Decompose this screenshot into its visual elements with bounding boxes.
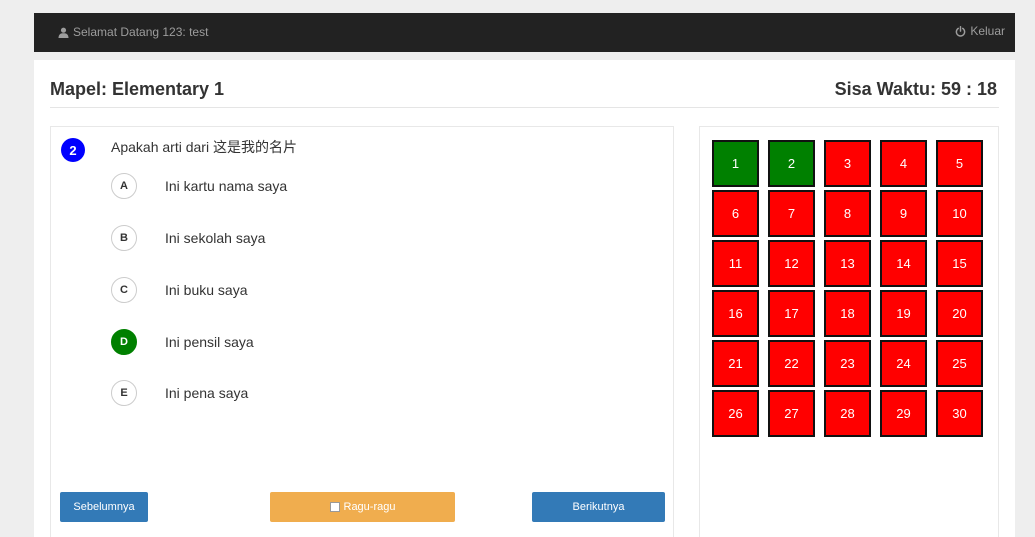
question-nav-1[interactable]: 1 <box>712 140 759 187</box>
question-text: Apakah arti dari 这是我的名片 <box>111 139 297 155</box>
question-nav-25[interactable]: 25 <box>936 340 983 387</box>
doubt-button[interactable]: Ragu-ragu <box>270 492 455 522</box>
question-number-badge: 2 <box>61 138 85 162</box>
option-text: Ini buku saya <box>165 282 248 298</box>
question-nav-26[interactable]: 26 <box>712 390 759 437</box>
option-text: Ini kartu nama saya <box>165 178 288 194</box>
question-nav-13[interactable]: 13 <box>824 240 871 287</box>
question-nav-23[interactable]: 23 <box>824 340 871 387</box>
option-letter[interactable]: E <box>111 380 137 406</box>
option-text: Ini pensil saya <box>165 334 254 350</box>
question-number-grid: 1 2 3 4 5 6 7 8 9 10 11 12 13 14 15 16 17 18 19 20 21 22 23 24 2… <box>712 140 983 437</box>
option-c[interactable]: C Ini buku saya <box>111 277 248 303</box>
question-navigator: 1 2 3 4 5 6 7 8 9 10 11 12 13 14 15 16 17 18 19 20 21 22 23 24 2… <box>699 126 999 537</box>
doubt-label: Ragu-ragu <box>343 501 396 513</box>
option-text: Ini pena saya <box>165 385 249 401</box>
question-nav-3[interactable]: 3 <box>824 140 871 187</box>
question-nav-19[interactable]: 19 <box>880 290 927 337</box>
subject-title: Mapel: Elementary 1 <box>50 79 225 99</box>
next-button[interactable]: Berikutnya <box>532 492 665 522</box>
question-nav-18[interactable]: 18 <box>824 290 871 337</box>
logout-label[interactable]: Keluar <box>970 24 1005 38</box>
question-nav-22[interactable]: 22 <box>768 340 815 387</box>
logout-link[interactable]: Keluar <box>955 24 1005 38</box>
question-nav-21[interactable]: 21 <box>712 340 759 387</box>
question-nav-20[interactable]: 20 <box>936 290 983 337</box>
option-letter[interactable]: B <box>111 225 137 251</box>
question-nav-6[interactable]: 6 <box>712 190 759 237</box>
question-nav-30[interactable]: 30 <box>936 390 983 437</box>
option-letter[interactable]: A <box>111 173 137 199</box>
option-b[interactable]: B Ini sekolah saya <box>111 225 265 251</box>
option-letter[interactable]: C <box>111 277 137 303</box>
question-nav-29[interactable]: 29 <box>880 390 927 437</box>
question-nav-10[interactable]: 10 <box>936 190 983 237</box>
power-icon <box>955 25 966 37</box>
exam-panel: Mapel: Elementary 1 Sisa Waktu: 59 : 18 … <box>34 60 1015 537</box>
user-icon <box>58 27 69 38</box>
previous-button[interactable]: Sebelumnya <box>60 492 148 522</box>
question-nav-2[interactable]: 2 <box>768 140 815 187</box>
question-nav-27[interactable]: 27 <box>768 390 815 437</box>
remaining-time: Sisa Waktu: 59 : 18 <box>834 79 997 99</box>
question-nav-12[interactable]: 12 <box>768 240 815 287</box>
doubt-checkbox[interactable] <box>329 502 340 512</box>
question-nav-8[interactable]: 8 <box>824 190 871 237</box>
option-text: Ini sekolah saya <box>165 230 266 246</box>
question-nav-14[interactable]: 14 <box>880 240 927 287</box>
option-e[interactable]: E Ini pena saya <box>111 380 248 406</box>
option-d[interactable]: D Ini pensil saya <box>111 329 254 355</box>
question-nav-15[interactable]: 15 <box>936 240 983 287</box>
header-divider <box>50 107 999 108</box>
question-nav-28[interactable]: 28 <box>824 390 871 437</box>
top-navbar: Selamat Datang 123: test Keluar <box>34 13 1015 52</box>
question-nav-16[interactable]: 16 <box>712 290 759 337</box>
question-nav-5[interactable]: 5 <box>936 140 983 187</box>
option-letter-selected[interactable]: D <box>111 329 137 355</box>
option-a[interactable]: A Ini kartu nama saya <box>111 173 287 199</box>
question-nav-17[interactable]: 17 <box>768 290 815 337</box>
welcome-area: Selamat Datang 123: test <box>58 25 208 39</box>
welcome-text: Selamat Datang 123: test <box>73 25 209 39</box>
question-nav-11[interactable]: 11 <box>712 240 759 287</box>
question-nav-24[interactable]: 24 <box>880 340 927 387</box>
question-nav-9[interactable]: 9 <box>880 190 927 237</box>
question-box: 2 Apakah arti dari 这是我的名片 A Ini kartu na… <box>50 126 674 537</box>
question-nav-7[interactable]: 7 <box>768 190 815 237</box>
question-nav-4[interactable]: 4 <box>880 140 927 187</box>
